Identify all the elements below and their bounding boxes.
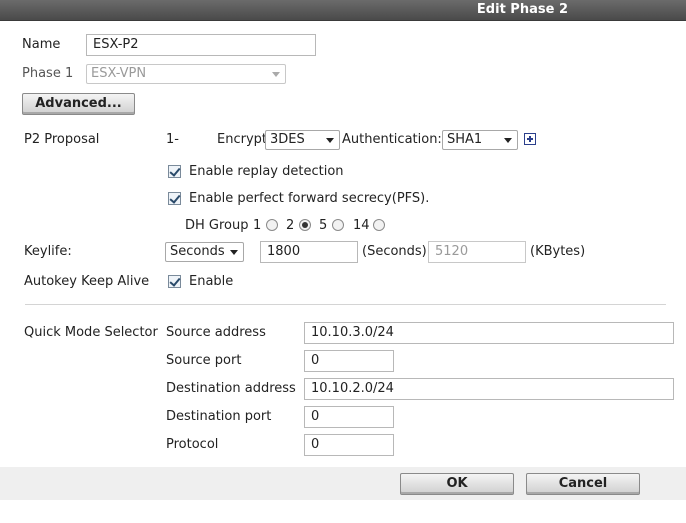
autokey-enable-label: Enable bbox=[189, 274, 234, 289]
source-address-label: Source address bbox=[166, 325, 266, 340]
source-port-input[interactable]: 0 bbox=[304, 350, 394, 372]
dh-group-radio-1[interactable] bbox=[266, 219, 278, 231]
destination-port-input[interactable]: 0 bbox=[304, 406, 394, 428]
dh-group-option-label: 14 bbox=[353, 218, 370, 233]
autokey-label: Autokey Keep Alive bbox=[24, 274, 150, 289]
proposal-index: 1- bbox=[166, 132, 179, 147]
chevron-down-icon bbox=[504, 138, 512, 143]
dh-group-option-label: 5 bbox=[319, 218, 328, 233]
phase1-label: Phase 1 bbox=[22, 66, 74, 81]
pfs-label: Enable perfect forward secrecy(PFS). bbox=[189, 191, 430, 206]
phase1-select[interactable]: ESX-VPN bbox=[86, 64, 286, 84]
authentication-select[interactable]: SHA1 bbox=[442, 130, 518, 150]
keylife-unit-value: Seconds bbox=[170, 244, 225, 259]
keylife-seconds-input[interactable]: 1800 bbox=[260, 241, 358, 263]
source-address-input[interactable]: 10.10.3.0/24 bbox=[304, 322, 674, 344]
ok-button[interactable]: OK bbox=[400, 473, 514, 495]
chevron-down-icon bbox=[230, 250, 238, 255]
name-label: Name bbox=[22, 37, 61, 52]
destination-port-label: Destination port bbox=[166, 409, 272, 424]
dh-group-radio-2[interactable] bbox=[299, 219, 311, 231]
keylife-kbytes-input[interactable]: 5120 bbox=[428, 241, 526, 263]
p2-proposal-label: P2 Proposal bbox=[24, 132, 100, 147]
authentication-label: Authentication: bbox=[342, 132, 442, 147]
pfs-checkbox[interactable] bbox=[168, 192, 181, 205]
section-divider bbox=[25, 304, 666, 305]
protocol-input[interactable]: 0 bbox=[304, 434, 394, 456]
authentication-select-value: SHA1 bbox=[447, 132, 483, 147]
dh-group-radio-5[interactable] bbox=[332, 219, 344, 231]
dh-group-label: DH Group bbox=[185, 218, 249, 233]
add-proposal-plus-icon[interactable] bbox=[524, 133, 536, 145]
dh-group-option-label: 1 bbox=[253, 218, 262, 233]
cancel-button[interactable]: Cancel bbox=[526, 473, 640, 495]
dialog-title: Edit Phase 2 bbox=[476, 2, 568, 17]
dialog-titlebar bbox=[0, 0, 686, 21]
encryption-select[interactable]: 3DES bbox=[265, 130, 340, 150]
replay-detection-checkbox[interactable] bbox=[168, 165, 181, 178]
chevron-down-icon bbox=[272, 72, 280, 77]
autokey-enable-checkbox[interactable] bbox=[168, 275, 181, 288]
dh-group-radio-14[interactable] bbox=[373, 219, 385, 231]
chevron-down-icon bbox=[326, 138, 334, 143]
keylife-unit-select[interactable]: Seconds bbox=[165, 242, 244, 262]
keylife-label: Keylife: bbox=[24, 244, 72, 259]
phase1-select-value: ESX-VPN bbox=[91, 66, 147, 81]
keylife-seconds-label: (Seconds) bbox=[362, 244, 427, 259]
name-input[interactable]: ESX-P2 bbox=[86, 34, 316, 56]
quick-mode-selector-label: Quick Mode Selector bbox=[24, 325, 158, 340]
destination-address-label: Destination address bbox=[166, 381, 296, 396]
encryption-select-value: 3DES bbox=[270, 132, 305, 147]
advanced-button[interactable]: Advanced... bbox=[22, 93, 135, 115]
dh-group-option-label: 2 bbox=[286, 218, 295, 233]
destination-address-input[interactable]: 10.10.2.0/24 bbox=[304, 378, 674, 400]
source-port-label: Source port bbox=[166, 353, 242, 368]
protocol-label: Protocol bbox=[166, 437, 219, 452]
keylife-kbytes-label: (KBytes) bbox=[530, 244, 586, 259]
replay-detection-label: Enable replay detection bbox=[189, 164, 344, 179]
